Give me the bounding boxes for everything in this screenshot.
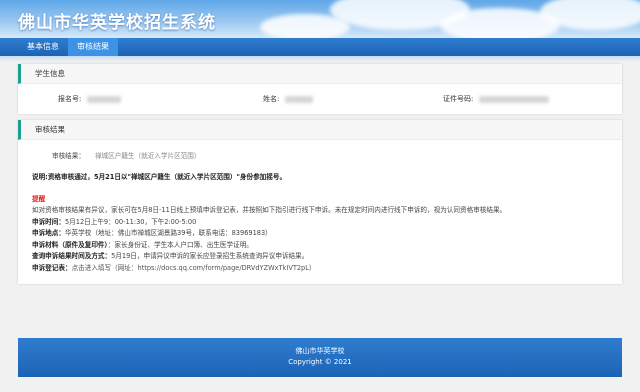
header-banner: 佛山市华英学校招生系统 (0, 0, 640, 38)
field-name: 姓名: (263, 94, 443, 104)
reminder-title: 提醒 (32, 194, 46, 203)
query-label: 查询申诉结果时间及方式： (32, 252, 112, 260)
field-label: 报名号: (58, 95, 82, 103)
panel-heading: 审核结果 (18, 120, 622, 140)
appeal-time-label: 申诉时间： (32, 217, 65, 226)
appeal-time-value: 5月12日上午9：00-11:30，下午2:00-5:00 (64, 217, 197, 226)
result-line: 审核结果： 禅城区户籍生（就近入学片区范围） (40, 146, 608, 168)
review-result-panel: 审核结果 审核结果： 禅城区户籍生（就近入学片区范围） 说明:资格审核通过，5月… (18, 120, 622, 284)
nav-shadow (0, 56, 640, 62)
query-value: 5月19日，申请异议申诉的家长应登录招生系统查询异议申诉结果。 (111, 252, 309, 260)
redacted-value (87, 95, 122, 103)
appeal-place: 申诉地点：华英学校（地址：佛山市禅城区湖景路39号，联系电话：83969183） (32, 228, 608, 240)
register-label: 申诉登记表： (32, 263, 72, 272)
query-result: 查询申诉结果时间及方式：5月19日，申请异议申诉的家长应登录招生系统查询异议申诉… (32, 251, 608, 263)
main-nav: 基本信息 审核结果 (0, 38, 640, 56)
redacted-value (479, 95, 550, 103)
result-value: 禅城区户籍生（就近入学片区范围） (94, 152, 201, 161)
tab-basic-info[interactable]: 基本信息 (18, 38, 68, 56)
appeal-materials: 申诉材料（原件及复印件）：家长身份证、学生本人户口簿、出生医学证明。 (32, 240, 608, 252)
field-label: 证件号码: (443, 95, 474, 103)
appeal-place-label: 申诉地点： (32, 229, 65, 237)
footer-school-name: 佛山市华英学校 (295, 347, 345, 355)
footer-copyright: Copyright © 2021 (288, 358, 352, 366)
student-info-panel: 学生信息 报名号: 姓名: 证件号码: (18, 64, 622, 114)
explanation-text: 说明:资格审核通过，5月21日以"禅城区户籍生（就近入学片区范围）"身份参加摇号… (32, 173, 287, 181)
field-id-number: 证件号码: (443, 94, 550, 104)
reminder-text: 如对资格审核结果有异议，家长可在5月8日-11日线上预填申诉登记表，并按照如下指… (32, 206, 507, 214)
register-link-row: 申诉登记表：点击进入填写（网址：https://docs.qq.com/form… (32, 263, 608, 275)
redacted-value (285, 95, 314, 103)
footer: 佛山市华英学校 Copyright © 2021 (18, 338, 622, 377)
site-title: 佛山市华英学校招生系统 (18, 13, 216, 33)
field-registration-number: 报名号: (58, 94, 263, 104)
field-label: 姓名: (263, 95, 280, 103)
tab-review-result[interactable]: 审核结果 (68, 38, 118, 56)
review-body: 审核结果： 禅城区户籍生（就近入学片区范围） 说明:资格审核通过，5月21日以"… (18, 140, 622, 284)
panel-heading: 学生信息 (18, 64, 622, 84)
appeal-time: 申诉时间：5月12日上午9：00-11:30，下午2:00-5:00 (32, 217, 608, 229)
appeal-materials-label: 申诉材料（原件及复印件） (32, 240, 108, 249)
appeal-materials-value: ：家长身份证、学生本人户口簿、出生医学证明。 (107, 240, 253, 249)
result-label: 审核结果： (52, 152, 85, 161)
student-info-row: 报名号: 姓名: 证件号码: (18, 84, 622, 114)
register-link[interactable]: 点击进入填写（网址：https://docs.qq.com/form/page/… (72, 264, 316, 272)
appeal-place-value: 华英学校（地址：佛山市禅城区湖景路39号，联系电话：83969183） (64, 229, 272, 237)
